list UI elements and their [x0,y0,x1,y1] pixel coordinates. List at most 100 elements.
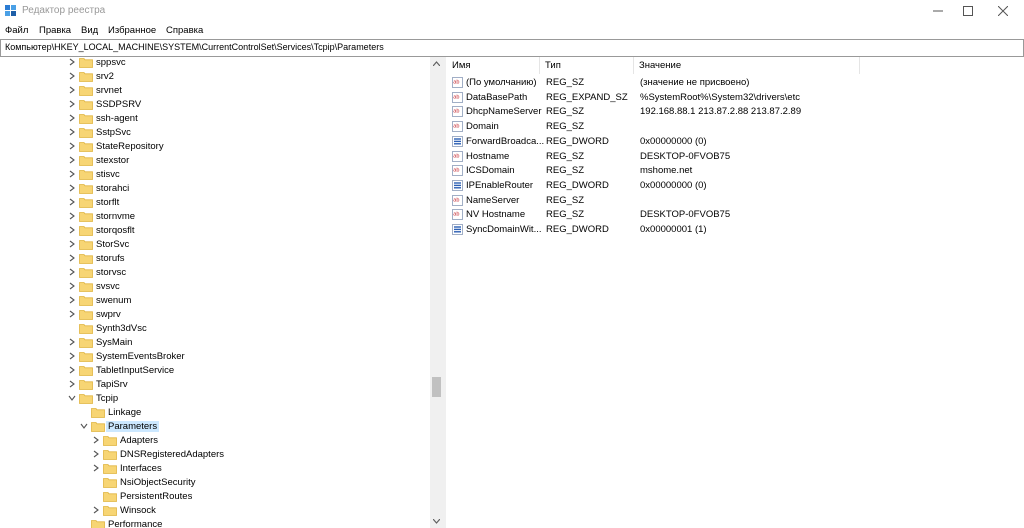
menu-view[interactable]: Вид [81,25,98,36]
column-value[interactable]: Значение [634,57,860,74]
tree-item[interactable]: SystemEventsBroker [0,350,420,364]
menu-help[interactable]: Справка [166,25,203,36]
tree-item[interactable]: Adapters [0,434,420,448]
chevron-right-icon[interactable] [92,464,100,472]
chevron-right-icon[interactable] [68,156,76,164]
menu-file[interactable]: Файл [5,25,28,36]
menu-edit[interactable]: Правка [39,25,71,36]
value-list: Имя Тип Значение ab (По умолчанию) REG_SZ (… [447,57,1017,528]
tree-item[interactable]: TabletInputService [0,364,420,378]
scroll-down-icon[interactable] [433,519,440,524]
value-row[interactable]: IPEnableRouter REG_DWORD 0x00000000 (0) [447,179,1007,193]
value-row[interactable]: ab NV Hostname REG_SZ DESKTOP-0FVOB75 [447,208,1007,222]
registry-editor-icon [5,5,16,16]
tree-scrollbar[interactable] [430,57,443,528]
chevron-right-icon[interactable] [68,366,76,374]
tree-item[interactable]: storqosflt [0,224,420,238]
chevron-right-icon[interactable] [68,184,76,192]
tree-item[interactable]: Synth3dVsc [0,322,420,336]
value-row[interactable]: ab ICSDomain REG_SZ mshome.net [447,164,1007,178]
tree-item[interactable]: DNSRegisteredAdapters [0,448,420,462]
chevron-right-icon[interactable] [68,58,76,66]
chevron-right-icon[interactable] [68,338,76,346]
maximize-icon [963,6,973,16]
key-tree[interactable]: sppsvc srv2 srvnet SSDPSRV ssh-agent SstpSvc S… [0,57,430,528]
chevron-right-icon[interactable] [68,86,76,94]
pane-splitter[interactable] [443,57,446,528]
tree-item[interactable]: TapiSrv [0,378,420,392]
chevron-right-icon[interactable] [68,310,76,318]
chevron-right-icon[interactable] [68,170,76,178]
tree-item[interactable]: storflt [0,196,420,210]
tree-item[interactable]: Interfaces [0,462,420,476]
tree-item[interactable]: stexstor [0,154,420,168]
chevron-right-icon[interactable] [68,268,76,276]
chevron-right-icon[interactable] [68,352,76,360]
chevron-down-icon[interactable] [68,394,76,402]
tree-item[interactable]: svsvc [0,280,420,294]
tree-item[interactable]: PersistentRoutes [0,490,420,504]
chevron-right-icon[interactable] [68,254,76,262]
chevron-right-icon[interactable] [68,212,76,220]
tree-item[interactable]: Parameters [0,420,420,434]
value-row[interactable]: ab DhcpNameServer REG_SZ 192.168.88.1 213.8… [447,105,1007,119]
chevron-right-icon[interactable] [68,142,76,150]
tree-item[interactable]: sppsvc [0,57,420,70]
tree-item[interactable]: SstpSvc [0,126,420,140]
tree-item[interactable]: swenum [0,294,420,308]
address-bar[interactable]: Компьютер\HKEY_LOCAL_MACHINE\SYSTEM\Curr… [0,39,1024,57]
tree-item[interactable]: Linkage [0,406,420,420]
chevron-down-icon[interactable] [80,422,88,430]
value-row[interactable]: ab (По умолчанию) REG_SZ (значение не присв… [447,76,1007,90]
column-name[interactable]: Имя [447,57,540,74]
value-row[interactable]: ab DataBasePath REG_EXPAND_SZ %SystemRoot%\… [447,91,1007,105]
folder-icon [91,520,105,528]
close-button[interactable] [986,0,1020,22]
chevron-right-icon[interactable] [68,100,76,108]
value-row[interactable]: ForwardBroadca... REG_DWORD 0x00000000 (0) [447,135,1007,149]
chevron-right-icon[interactable] [68,282,76,290]
chevron-right-icon[interactable] [68,240,76,248]
list-scrollbar[interactable] [1017,57,1024,528]
tree-item[interactable]: storufs [0,252,420,266]
tree-item[interactable]: stisvc [0,168,420,182]
value-type: REG_DWORD [546,135,609,147]
value-row[interactable]: ab Domain REG_SZ [447,120,1007,134]
chevron-right-icon[interactable] [68,128,76,136]
tree-item[interactable]: SSDPSRV [0,98,420,112]
tree-item[interactable]: stornvme [0,210,420,224]
value-row[interactable]: SyncDomainWit... REG_DWORD 0x00000001 (1) [447,223,1007,237]
chevron-right-icon[interactable] [68,72,76,80]
tree-item[interactable]: Winsock [0,504,420,518]
tree-item[interactable]: StorSvc [0,238,420,252]
tree-item[interactable]: srvnet [0,84,420,98]
maximize-button[interactable] [951,0,985,22]
tree-item[interactable]: ssh-agent [0,112,420,126]
chevron-right-icon[interactable] [68,114,76,122]
tree-item[interactable]: Performance [0,518,420,528]
chevron-right-icon[interactable] [92,436,100,444]
scroll-up-icon[interactable] [433,61,440,66]
tree-scroll-thumb[interactable] [432,377,441,397]
tree-item[interactable]: StateRepository [0,140,420,154]
menu-favorites[interactable]: Избранное [108,25,156,36]
chevron-right-icon[interactable] [68,296,76,304]
svg-text:ab: ab [453,212,459,218]
column-type[interactable]: Тип [540,57,634,74]
tree-item[interactable]: SysMain [0,336,420,350]
chevron-right-icon[interactable] [92,450,100,458]
minimize-button[interactable] [921,0,955,22]
chevron-right-icon[interactable] [68,226,76,234]
tree-item[interactable]: Tcpip [0,392,420,406]
tree-item[interactable]: swprv [0,308,420,322]
address-path[interactable]: Компьютер\HKEY_LOCAL_MACHINE\SYSTEM\Curr… [5,42,384,52]
chevron-right-icon[interactable] [92,506,100,514]
tree-item[interactable]: NsiObjectSecurity [0,476,420,490]
value-row[interactable]: ab Hostname REG_SZ DESKTOP-0FVOB75 [447,150,1007,164]
chevron-right-icon[interactable] [68,380,76,388]
tree-item[interactable]: storahci [0,182,420,196]
value-row[interactable]: ab NameServer REG_SZ [447,194,1007,208]
tree-item[interactable]: srv2 [0,70,420,84]
chevron-right-icon[interactable] [68,198,76,206]
tree-item[interactable]: storvsc [0,266,420,280]
